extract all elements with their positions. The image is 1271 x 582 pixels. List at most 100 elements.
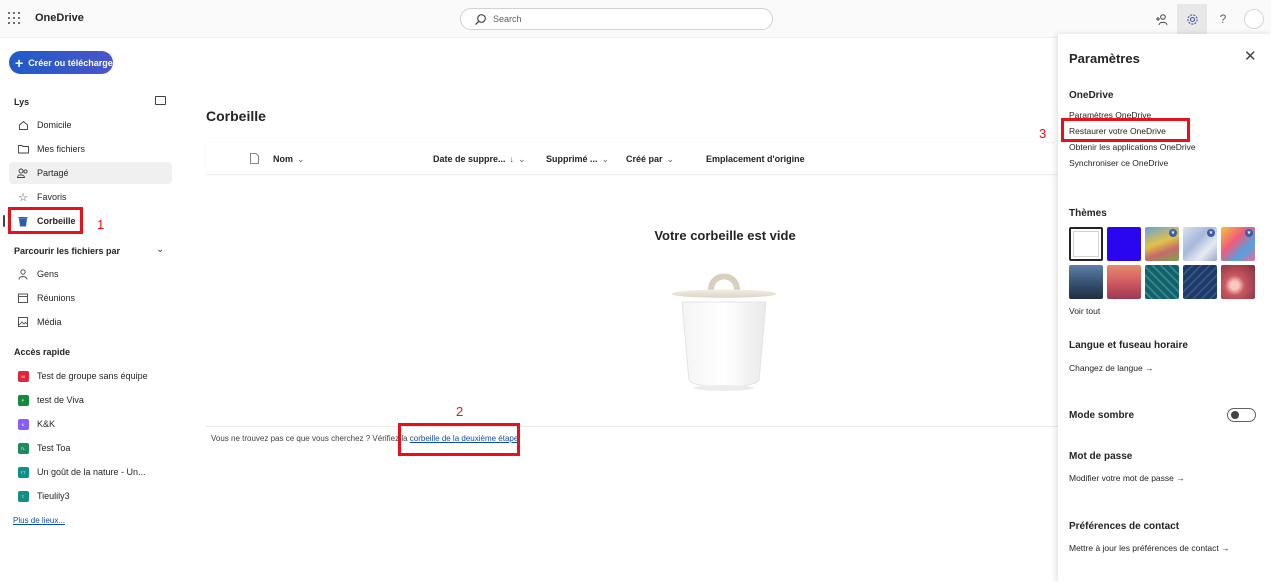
annotation-label-1: 1 — [97, 217, 105, 232]
quick-access-label: Test de groupe sans équipe — [37, 371, 148, 381]
sidebar-item-shared[interactable]: Partagé — [9, 162, 172, 184]
calendar-icon — [15, 293, 31, 303]
chevron-down-icon: ⌄ — [297, 154, 305, 164]
sync-onedrive-link[interactable]: Synchroniser ce OneDrive — [1069, 158, 1168, 168]
theme-grid: ★ ★ ★ — [1069, 227, 1257, 299]
quick-access-item[interactable]: T Tieulily3 — [9, 485, 172, 507]
annotation-box-3 — [1061, 118, 1190, 142]
theme-swatch-blueprint[interactable] — [1183, 265, 1217, 299]
sidebar-item-favorites[interactable]: ☆ Favoris — [9, 186, 172, 208]
content-divider — [206, 426, 1058, 427]
onedrive-heading: OneDrive — [1069, 90, 1114, 101]
account-avatar[interactable] — [1244, 9, 1264, 29]
star-icon: ★ — [1245, 229, 1253, 237]
sidebar-item-people[interactable]: Gens — [9, 263, 172, 285]
people-connect-icon[interactable] — [1146, 4, 1176, 34]
selection-indicator — [3, 215, 5, 227]
contact-preferences-link[interactable]: Mettre à jour les préférences de contact… — [1069, 543, 1230, 553]
dark-mode-label: Mode sombre — [1069, 410, 1135, 421]
group-avatar-icon: TT — [17, 466, 29, 478]
quick-access-item[interactable]: K K&K — [9, 413, 172, 435]
settings-title: Paramètres — [1069, 51, 1140, 66]
collapse-nav-icon[interactable] — [155, 96, 166, 105]
column-header-deleted-date[interactable]: Date de suppre... ↓ ⌄ — [433, 154, 526, 165]
group-avatar-icon: P — [17, 394, 29, 406]
quick-access-label: Un goût de la nature - Un... — [37, 467, 146, 477]
column-header-created-by[interactable]: Créé par ⌄ — [626, 154, 674, 165]
annotation-label-3: 3 — [1039, 126, 1047, 141]
star-icon: ★ — [1207, 229, 1215, 237]
theme-swatch-circuit[interactable] — [1145, 265, 1179, 299]
theme-swatch-sunset[interactable] — [1107, 265, 1141, 299]
chevron-down-icon: ⌄ — [518, 154, 526, 164]
theme-swatch-bokeh[interactable] — [1221, 265, 1255, 299]
sidebar-item-home[interactable]: Domicile — [9, 114, 172, 136]
search-box[interactable]: Search — [460, 8, 773, 30]
sidebar-item-media[interactable]: Média — [9, 311, 172, 333]
sidebar-item-label: Partagé — [37, 168, 69, 178]
theme-swatch-silk[interactable]: ★ — [1183, 227, 1217, 261]
search-icon — [475, 14, 486, 26]
sidebar-item-meetings[interactable]: Réunions — [9, 287, 172, 309]
theme-swatch-landscape[interactable]: ★ — [1145, 227, 1179, 261]
hint-text: Vous ne trouvez pas ce que vous cherchez… — [211, 434, 408, 443]
dark-mode-toggle[interactable] — [1227, 408, 1256, 422]
app-name[interactable]: OneDrive — [35, 12, 84, 24]
sidebar-item-label: Gens — [37, 269, 59, 279]
sidebar-item-label: Média — [37, 317, 62, 327]
file-type-icon — [250, 153, 259, 164]
quick-access-item[interactable]: M Test de groupe sans équipe — [9, 365, 172, 387]
star-icon: ★ — [1169, 229, 1177, 237]
theme-swatch-blue[interactable] — [1107, 227, 1141, 261]
sidebar-item-my-files[interactable]: Mes fichiers — [9, 138, 172, 160]
sidebar-item-label: Mes fichiers — [37, 144, 86, 154]
user-name: Lys — [14, 97, 30, 107]
settings-gear-icon[interactable] — [1177, 4, 1207, 34]
close-icon[interactable]: ✕ — [1244, 47, 1257, 65]
more-places-link[interactable]: Plus de lieux... — [13, 516, 65, 525]
chevron-down-icon: ⌄ — [666, 154, 675, 164]
change-language-link[interactable]: Changez de langue → — [1069, 363, 1154, 373]
quick-access-label: Test Toa — [37, 443, 71, 453]
quick-access-item[interactable]: TL Test Toa — [9, 437, 172, 459]
help-icon[interactable]: ? — [1208, 4, 1238, 34]
chevron-down-icon[interactable]: ⌄ — [156, 244, 164, 255]
page-title: Corbeille — [206, 108, 266, 124]
contact-heading: Préférences de contact — [1069, 521, 1180, 532]
top-bar: OneDrive Search ? — [0, 0, 1271, 38]
themes-heading: Thèmes — [1069, 208, 1107, 219]
group-avatar-icon: M — [17, 370, 29, 382]
app-launcher-icon[interactable] — [8, 12, 20, 24]
quick-access-title: Accès rapide — [14, 347, 71, 357]
toggle-knob — [1231, 411, 1239, 419]
empty-recycle-bin-illustration — [672, 273, 776, 391]
create-upload-label: Créer ou télécharger — [28, 57, 113, 68]
theme-swatch-coast[interactable] — [1069, 265, 1103, 299]
language-heading: Langue et fuseau horaire — [1069, 340, 1188, 351]
see-all-themes-link[interactable]: Voir tout — [1069, 306, 1100, 316]
quick-access-label: Tieulily3 — [37, 491, 70, 501]
browse-section-title: Parcourir les fichiers par — [14, 246, 121, 256]
search-placeholder[interactable]: Search — [493, 14, 522, 24]
change-password-link[interactable]: Modifier votre mot de passe → — [1069, 473, 1185, 483]
column-header-deleted-by[interactable]: Supprimé ... ⌄ — [546, 154, 609, 165]
image-icon — [15, 317, 31, 327]
quick-access-item[interactable]: TT Un goût de la nature - Un... — [9, 461, 172, 483]
star-icon: ☆ — [18, 191, 28, 204]
quick-access-label: K&K — [37, 419, 56, 429]
group-avatar-icon: TL — [17, 442, 29, 454]
column-header-original-location[interactable]: Emplacement d'origine — [706, 154, 805, 164]
group-avatar-icon: T — [17, 490, 29, 502]
theme-swatch-colorful[interactable]: ★ — [1221, 227, 1255, 261]
column-header-name[interactable]: Nom ⌄ — [273, 154, 305, 165]
quick-access-item[interactable]: P test de Viva — [9, 389, 172, 411]
plus-icon: + — [15, 54, 24, 71]
quick-access-label: test de Viva — [37, 395, 84, 405]
person-icon — [15, 268, 31, 280]
get-onedrive-apps-link[interactable]: Obtenir les applications OneDrive — [1069, 142, 1196, 152]
annotation-box-1 — [8, 207, 83, 234]
sidebar-item-label: Favoris — [37, 192, 67, 202]
create-upload-button[interactable]: + Créer ou télécharger — [9, 51, 113, 74]
theme-swatch-default[interactable] — [1069, 227, 1103, 261]
settings-panel: Paramètres ✕ OneDrive Paramètres OneDriv… — [1058, 34, 1271, 582]
